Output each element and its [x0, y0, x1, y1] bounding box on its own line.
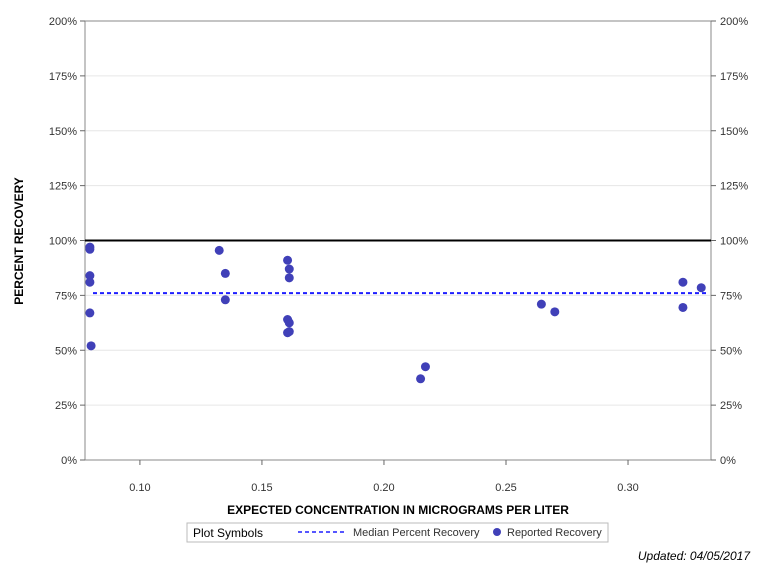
data-point	[284, 318, 294, 328]
legend-reported-label: Reported Recovery	[507, 527, 602, 539]
data-point	[550, 307, 560, 317]
x-tick-label: 0.20	[373, 482, 394, 494]
x-axis-title: EXPECTED CONCENTRATION IN MICROGRAMS PER…	[227, 503, 569, 517]
y-tick-label-right: 175%	[720, 71, 748, 83]
y-tick-label-right: 75%	[720, 290, 742, 302]
data-point	[85, 308, 95, 318]
data-point	[220, 295, 230, 305]
data-point	[536, 299, 546, 309]
legend-median-label: Median Percent Recovery	[353, 527, 480, 539]
data-point	[214, 245, 224, 255]
y-tick-label-left: 150%	[49, 126, 77, 138]
reference-lines	[85, 239, 711, 295]
y-tick-label-left: 25%	[55, 400, 77, 412]
data-point	[220, 268, 230, 278]
data-point	[283, 255, 293, 265]
y-tick-label-left: 50%	[55, 345, 77, 357]
y-tick-label-left: 75%	[55, 290, 77, 302]
data-point	[678, 302, 688, 312]
legend-title: Plot Symbols	[193, 526, 263, 540]
legend-reported-symbol	[493, 528, 501, 536]
y-tick-label-left: 175%	[49, 71, 77, 83]
y-tick-label-left: 0%	[61, 455, 77, 467]
y-tick-label-right: 50%	[720, 345, 742, 357]
y-tick-label-right: 150%	[720, 126, 748, 138]
updated-footnote: Updated: 04/05/2017	[637, 549, 750, 563]
y-tick-label-left: 125%	[49, 181, 77, 193]
y-tick-label-right: 200%	[720, 16, 748, 28]
x-tick-label: 0.25	[495, 482, 516, 494]
y-tick-label-right: 100%	[720, 236, 748, 248]
data-point	[284, 273, 294, 283]
data-point	[284, 264, 294, 274]
y-axis-title: PERCENT RECOVERY	[12, 177, 26, 305]
y-tick-label-right: 25%	[720, 400, 742, 412]
data-points	[85, 242, 706, 384]
data-point	[284, 327, 294, 337]
recovery-scatter-chart: 0% 25% 50% 75% 100% 125% 150% 175% 200% 0% 25% 50%…	[12, 16, 748, 543]
y-axis-left: 0% 25% 50% 75% 100% 125% 150% 175% 200%	[49, 16, 85, 467]
y-tick-label-right: 0%	[720, 455, 736, 467]
data-point	[85, 244, 95, 254]
data-point	[420, 362, 430, 372]
y-axis-right: 0% 25% 50% 75% 100% 125% 150% 175% 200%	[711, 16, 748, 467]
x-tick-label: 0.30	[617, 482, 638, 494]
y-tick-label-left: 100%	[49, 236, 77, 248]
data-point	[678, 277, 688, 287]
y-tick-label-right: 125%	[720, 181, 748, 193]
data-point	[85, 277, 95, 287]
y-tick-label-left: 200%	[49, 16, 77, 28]
x-tick-label: 0.15	[251, 482, 272, 494]
data-point	[696, 283, 706, 293]
x-tick-label: 0.10	[129, 482, 150, 494]
data-point	[416, 374, 426, 384]
x-axis: 0.10 0.15 0.20 0.25 0.30	[129, 460, 639, 494]
legend: Plot Symbols Median Percent Recovery Rep…	[186, 522, 609, 543]
data-point	[86, 341, 96, 351]
